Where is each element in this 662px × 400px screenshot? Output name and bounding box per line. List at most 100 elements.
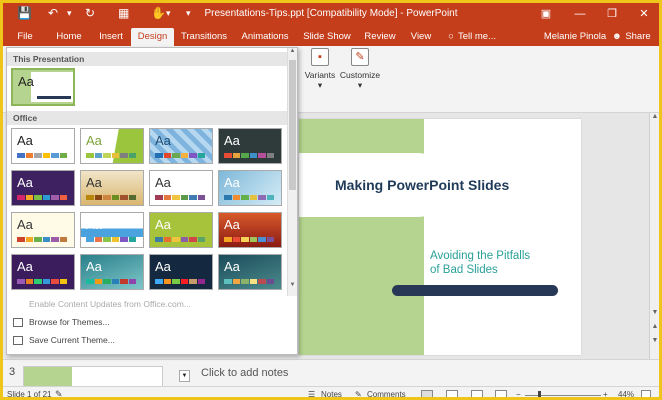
color-swatch [258,237,266,242]
ribbon-tabs: File Home Insert Design Transitions Anim… [3,25,659,46]
theme-thumbnail[interactable]: Aa [11,128,75,164]
scroll-down-icon[interactable]: ▼ [650,309,659,320]
theme-thumbnail[interactable]: Aa [149,212,213,248]
color-swatch [189,279,197,284]
notes-placeholder[interactable]: Click to add notes [201,367,288,379]
scroll-up-icon[interactable]: ▲ [650,113,659,124]
tell-me-search[interactable]: Tell me... [458,28,502,46]
theme-thumbnail[interactable]: Aa [80,212,144,248]
variants-button[interactable]: ▪ Variants ▾ [300,48,340,100]
theme-sample-label: Aa [86,259,102,274]
color-swatch [42,153,50,158]
reading-view-icon[interactable] [471,390,483,397]
fit-slide-icon[interactable] [641,390,651,397]
zoom-out-icon[interactable]: − [516,390,521,397]
zoom-in-icon[interactable]: + [603,390,608,397]
slide-sorter-icon[interactable] [446,390,458,397]
spelling-icon[interactable]: ✎ [55,389,63,397]
gallery-scrollbar[interactable]: ▲ ▼ [287,48,297,296]
theme-sample-label: Aa [224,133,240,148]
theme-thumbnail[interactable]: Aa [218,254,282,290]
slide-subtitle-line2: of Bad Slides [430,264,498,276]
theme-thumbnail[interactable]: Aa [11,212,75,248]
editor-scrollbar[interactable]: ▲ ▼ ▲ ▼ [649,113,659,359]
color-swatch [59,195,67,200]
normal-view-icon[interactable] [421,390,433,397]
previous-slide-icon[interactable]: ▲ [650,323,659,334]
color-swatch [86,279,94,284]
theme-color-swatches [17,237,67,242]
tab-insert[interactable]: Insert [93,28,129,46]
color-swatch [249,279,257,284]
color-swatch [189,195,197,200]
zoom-level[interactable]: 44% [618,390,634,397]
browse-for-themes[interactable]: Browse for Themes... [29,317,110,327]
tab-review[interactable]: Review [361,28,399,46]
zoom-slider-thumb[interactable] [538,391,541,397]
slideshow-view-icon[interactable] [495,390,507,397]
theme-sample-label: Aa [17,217,33,232]
notes-toggle[interactable]: Notes [321,390,342,397]
slide-subtitle[interactable]: Avoiding the Pitfalls of Bad Slides [430,249,570,277]
color-swatch [86,195,94,200]
tab-animations[interactable]: Animations [239,28,291,46]
tab-design[interactable]: Design [131,28,174,46]
ribbon-display-icon[interactable]: ▣ [535,5,557,23]
minimize-icon[interactable]: — [569,5,591,23]
theme-sample-label: Aa [17,175,33,190]
office-header: Office [7,111,287,125]
theme-thumbnail[interactable]: Aa [218,128,282,164]
theme-thumbnail[interactable]: Aa [149,128,213,164]
theme-thumbnail[interactable]: Aa [80,254,144,290]
color-swatch [111,195,119,200]
zoom-slider[interactable] [525,395,601,396]
color-swatch [266,195,274,200]
gallery-scroll-down-icon[interactable]: ▼ [288,282,297,292]
theme-thumbnail[interactable]: Aa [218,170,282,206]
gallery-scroll-up-icon[interactable]: ▲ [288,48,297,58]
color-swatch [128,153,136,158]
close-icon[interactable]: ✕ [633,5,655,23]
theme-sample-label: Aa [155,259,171,274]
theme-color-swatches [224,195,274,200]
tab-view[interactable]: View [405,28,437,46]
color-swatch [111,237,119,242]
theme-color-swatches [155,279,205,284]
theme-thumbnail[interactable]: Aa [80,170,144,206]
window-title: Presentations-Tips.ppt [Compatibility Mo… [204,8,458,19]
color-swatch [258,195,266,200]
next-slide-icon[interactable]: ▼ [650,337,659,348]
comments-toggle[interactable]: Comments [367,390,406,397]
notes-icon: ☰ [308,390,316,399]
tab-transitions[interactable]: Transitions [178,28,230,46]
theme-color-swatches [155,153,205,158]
theme-thumbnail[interactable]: Aa [149,170,213,206]
share-button[interactable]: Share [623,28,653,46]
theme-thumbnail[interactable]: Aa [149,254,213,290]
restore-icon[interactable]: ❐ [601,5,623,23]
theme-thumbnail[interactable]: Aa [80,128,144,164]
slide-title[interactable]: Making PowerPoint Slides [335,177,509,193]
color-swatch [103,195,111,200]
color-swatch [197,237,205,242]
theme-thumbnail[interactable]: Aa [11,254,75,290]
slide-canvas[interactable]: Making PowerPoint Slides Avoiding the Pi… [299,119,581,355]
color-swatch [51,279,59,284]
save-current-theme[interactable]: Save Current Theme... [29,335,115,345]
color-swatch [94,237,102,242]
gallery-scroll-thumb[interactable] [289,60,296,190]
color-swatch [59,237,67,242]
theme-thumbnail[interactable]: Aa [11,170,75,206]
account-name[interactable]: Melanie Pinola [541,28,609,46]
slide-thumbnail[interactable] [23,366,163,387]
color-swatch [17,279,25,284]
current-theme-thumbnail[interactable]: Aa [11,68,75,106]
tab-file[interactable]: File [11,28,39,46]
customize-button[interactable]: ✎ Customize ▾ [337,48,383,100]
theme-thumbnail[interactable]: Aa [218,212,282,248]
tab-slide-show[interactable]: Slide Show [301,28,353,46]
theme-color-swatches [224,279,274,284]
tab-home[interactable]: Home [51,28,87,46]
thumbnails-scroll-down-icon[interactable]: ▼ [179,370,190,382]
thumb-bar [37,96,71,99]
